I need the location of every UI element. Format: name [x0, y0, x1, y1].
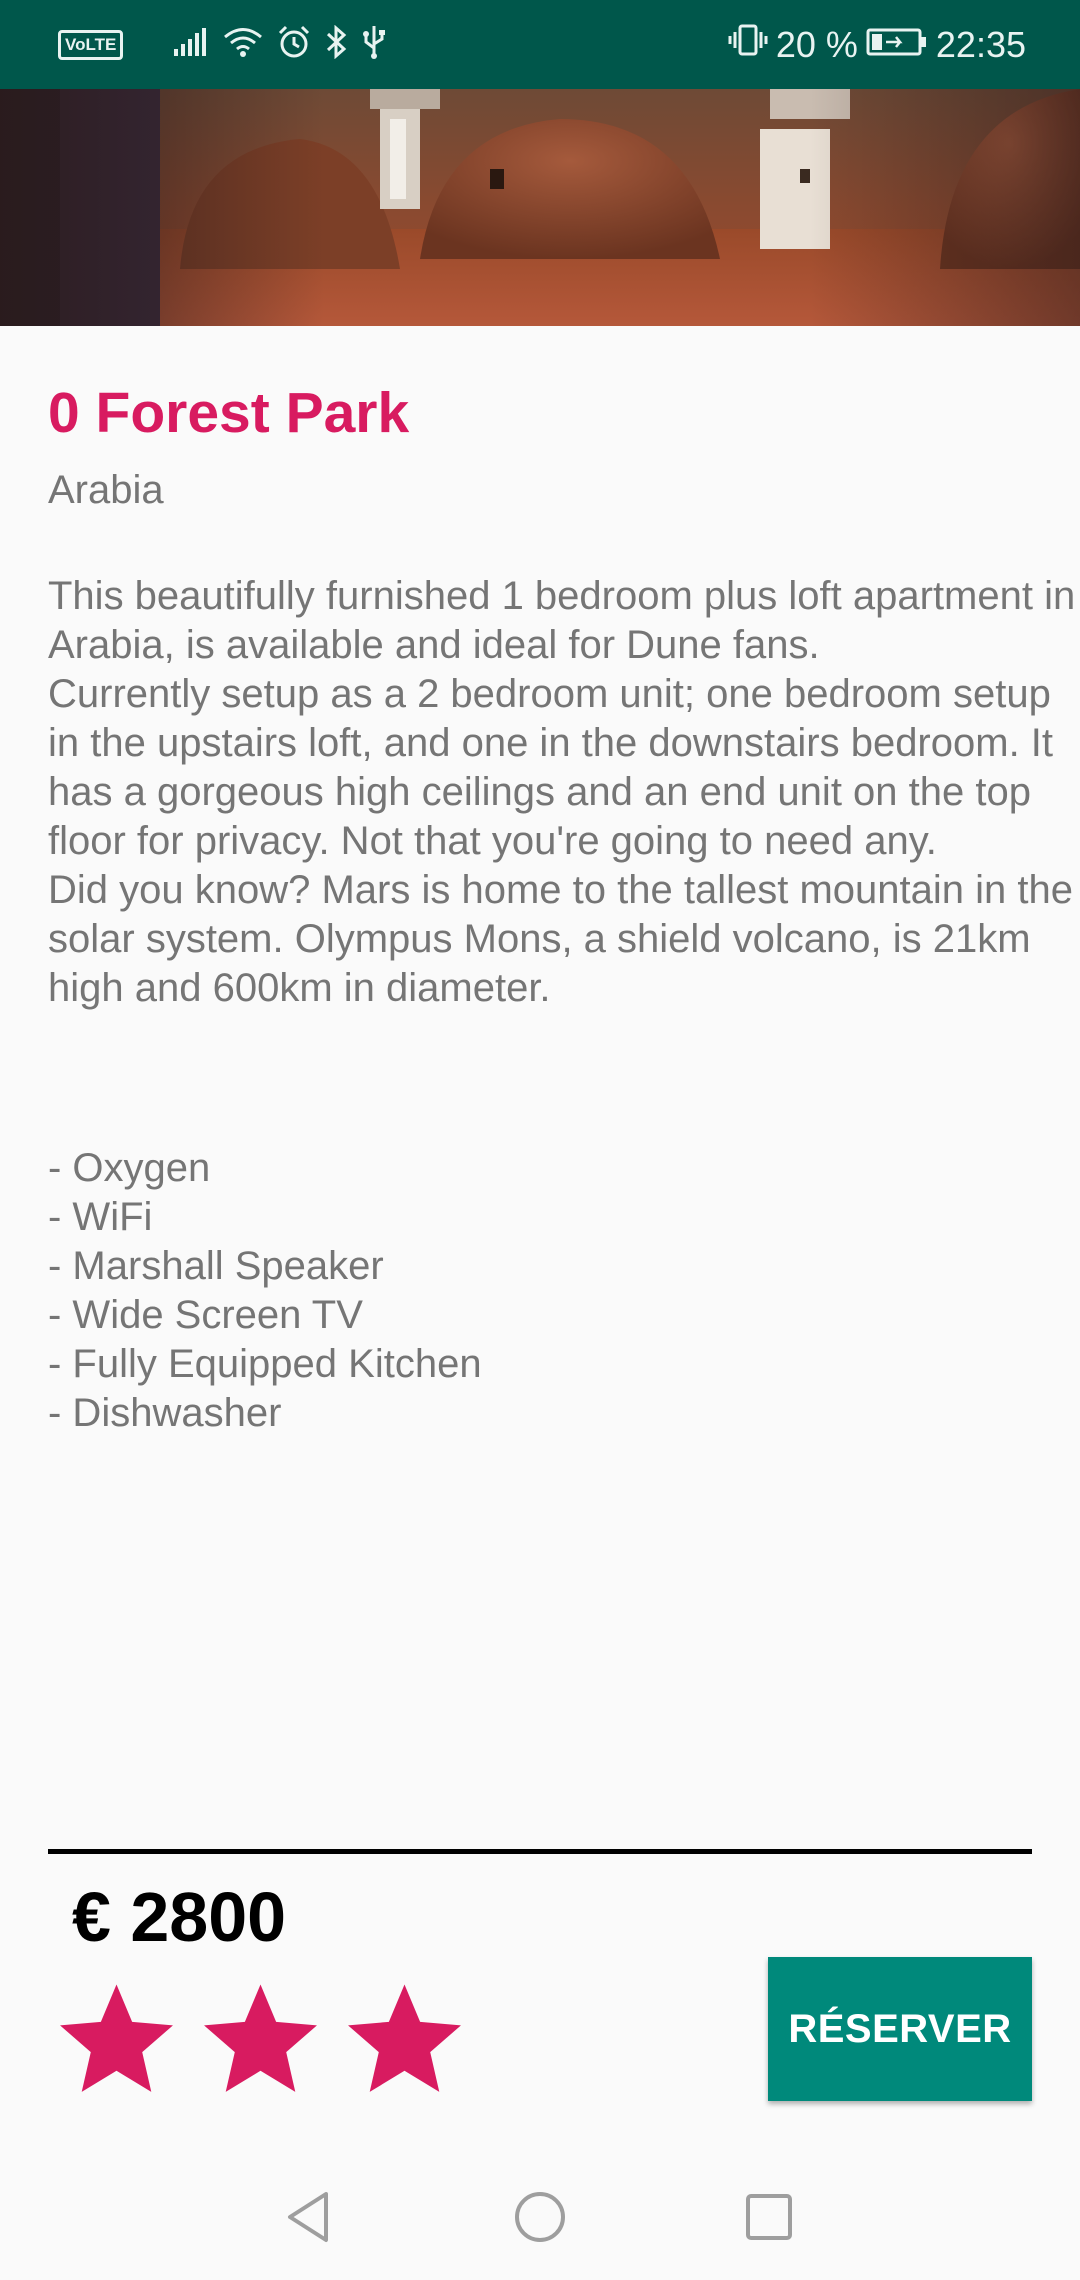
navigation-bar — [0, 2147, 1080, 2280]
battery-charging-icon — [866, 24, 928, 66]
listing-location: Arabia — [48, 468, 164, 512]
description-paragraph: This beautifully furnished 1 bedroom plu… — [48, 574, 1076, 667]
listing-title: 0 Forest Park — [48, 381, 410, 445]
star-icon — [348, 1984, 461, 2092]
status-bar-left: VoLTE — [58, 0, 387, 89]
description-paragraph: Did you know? Mars is home to the talles… — [48, 868, 1073, 1010]
amenity-item: - Wide Screen TV — [48, 1293, 363, 1337]
star-rating — [56, 1982, 465, 2098]
amenity-item: - Dishwasher — [48, 1391, 282, 1435]
amenity-item: - WiFi — [48, 1195, 153, 1239]
amenity-item: - Fully Equipped Kitchen — [48, 1342, 482, 1386]
amenity-item: - Oxygen — [48, 1146, 211, 1190]
description-paragraph: Currently setup as a 2 bedroom unit; one… — [48, 672, 1054, 863]
alarm-icon — [277, 25, 311, 64]
home-icon[interactable] — [510, 2187, 570, 2247]
vibrate-icon — [728, 23, 768, 66]
reserve-button[interactable]: RÉSERVER — [768, 1957, 1032, 2101]
battery-percent: 20 % — [775, 23, 858, 65]
usb-icon — [361, 24, 387, 65]
listing-hero-image — [0, 89, 1080, 326]
volte-icon: VoLTE — [58, 29, 124, 60]
amenity-item: - Marshall Speaker — [48, 1244, 384, 1288]
star-icon — [60, 1984, 173, 2092]
bluetooth-icon — [325, 24, 347, 64]
clock: 22:35 — [935, 23, 1026, 65]
wifi-icon — [223, 26, 263, 63]
recents-icon[interactable] — [739, 2187, 799, 2247]
listing-price: € 2800 — [72, 1878, 287, 1956]
signal-icon — [173, 27, 209, 62]
star-icon — [204, 1984, 317, 2092]
booking-divider — [48, 1849, 1032, 1854]
amenities-list: - Oxygen - WiFi - Marshall Speaker - Wid… — [48, 1144, 482, 1438]
listing-description: This beautifully furnished 1 bedroom plu… — [48, 572, 1078, 1013]
back-icon[interactable] — [279, 2187, 339, 2247]
status-bar-right: 20 % 22:35 — [728, 0, 1026, 89]
status-bar: VoLTE 20 % 22:35 — [0, 0, 1080, 89]
